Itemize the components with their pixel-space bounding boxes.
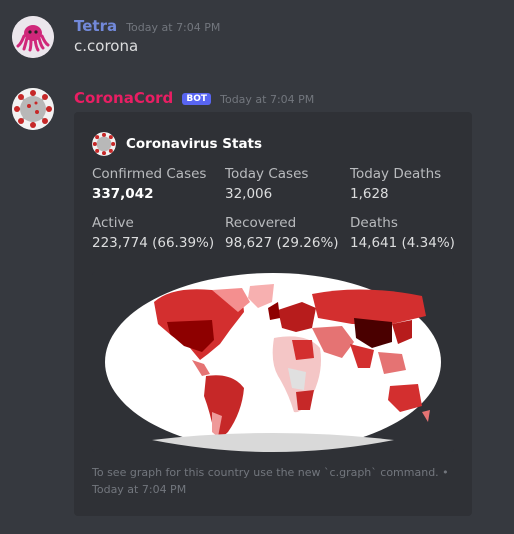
- field-today-cases: Today Cases 32,006: [225, 166, 350, 202]
- virus-icon: [92, 132, 116, 156]
- field-today-deaths: Today Deaths 1,628: [350, 166, 475, 202]
- embed-footer: To see graph for this country use the ne…: [92, 464, 452, 498]
- timestamp: Today at 7:04 PM: [126, 21, 221, 34]
- username[interactable]: CoronaCord: [74, 89, 173, 107]
- footer-timestamp: Today at 7:04 PM: [92, 483, 187, 496]
- field-recovered: Recovered 98,627 (29.26%): [225, 215, 350, 251]
- field-name: Recovered: [225, 215, 297, 231]
- field-name: Confirmed Cases: [92, 166, 207, 182]
- embed-author: Coronavirus Stats: [92, 132, 262, 156]
- message-header: CoronaCord BOT Today at 7:04 PM: [74, 88, 314, 107]
- field-value: 14,641 (4.34%): [350, 235, 455, 251]
- footer-text: To see graph for this country use the ne…: [92, 466, 449, 479]
- timestamp: Today at 7:04 PM: [220, 93, 315, 106]
- field-value: 1,628: [350, 186, 389, 202]
- world-map-image[interactable]: [92, 272, 454, 452]
- bot-badge: BOT: [182, 93, 212, 105]
- field-value: 337,042: [92, 186, 154, 202]
- field-name: Today Deaths: [350, 166, 442, 182]
- message-header: Tetra Today at 7:04 PM: [74, 16, 220, 35]
- field-name: Active: [92, 215, 134, 231]
- username[interactable]: Tetra: [74, 17, 117, 35]
- virus-avatar-icon[interactable]: [12, 88, 54, 130]
- embed-author-name: Coronavirus Stats: [126, 136, 263, 152]
- field-name: Today Cases: [225, 166, 309, 182]
- field-value: 223,774 (66.39%): [92, 235, 215, 251]
- message-content: c.corona: [74, 37, 139, 55]
- field-confirmed-cases: Confirmed Cases 337,042: [92, 166, 217, 202]
- embed-card: Coronavirus Stats Confirmed Cases 337,04…: [74, 112, 472, 516]
- octopus-avatar-icon[interactable]: [12, 16, 54, 58]
- field-active: Active 223,774 (66.39%): [92, 215, 217, 251]
- field-value: 32,006: [225, 186, 273, 202]
- field-deaths: Deaths 14,641 (4.34%): [350, 215, 475, 251]
- field-name: Deaths: [350, 215, 398, 231]
- message-tetra: Tetra Today at 7:04 PM c.corona: [0, 14, 514, 64]
- field-value: 98,627 (29.26%): [225, 235, 339, 251]
